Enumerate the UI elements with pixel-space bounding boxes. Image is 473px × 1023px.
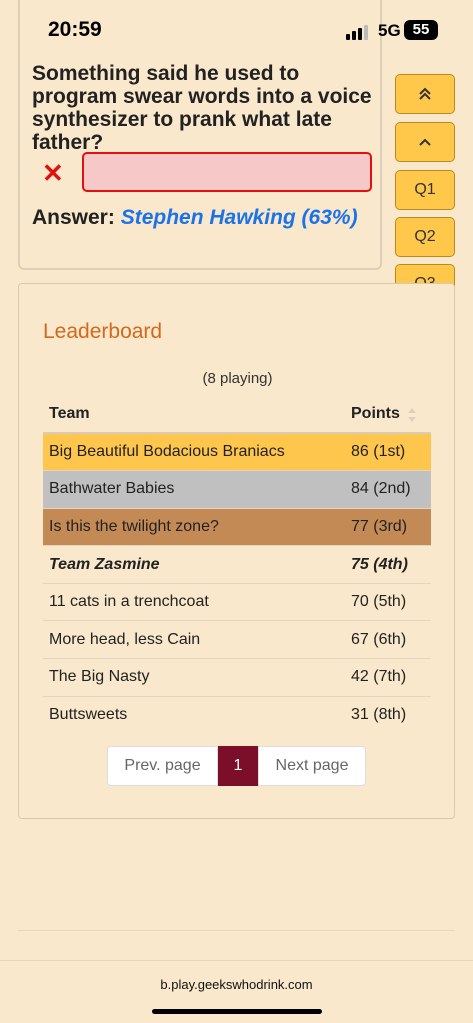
jump-to-top-button[interactable] [395,74,455,114]
current-page-button[interactable]: 1 [218,746,258,786]
leaderboard-title: Leaderboard [43,320,163,343]
team-points: 70 (5th) [345,582,431,621]
team-name: More head, less Cain [43,620,345,659]
question-1-button[interactable]: Q1 [395,170,455,210]
team-points: 31 (8th) [345,695,431,734]
team-name: The Big Nasty [43,658,345,697]
signal-icon [346,24,370,40]
double-chevron-up-icon [419,87,431,100]
answer-input[interactable] [82,152,372,192]
players-count: (8 playing) [202,370,273,387]
team-name: Is this the twilight zone? [43,507,345,546]
table-header-row: Team Points [43,395,431,433]
team-name: Big Beautiful Bodacious Braniacs [43,432,345,471]
status-time: 20:59 [48,18,102,41]
table-row: Big Beautiful Bodacious Braniacs 86 (1st… [43,432,431,471]
question-text: Something said he used to program swear … [32,62,372,154]
table-row: More head, less Cain 67 (6th) [43,620,431,659]
table-row: Buttsweets 31 (8th) [43,695,431,734]
table-row: Is this the twilight zone? 77 (3rd) [43,507,431,546]
sort-icon [408,408,416,422]
team-points: 42 (7th) [345,658,431,697]
browser-address-bar[interactable]: b.play.geekswhodrink.com [0,960,473,1023]
team-column-header: Team [49,404,90,422]
battery-icon: 55 [404,20,438,40]
network-type: 5G [378,21,401,40]
chevron-up-icon [419,138,431,146]
leaderboard-card: Leaderboard (8 playing) Team Points Big … [18,283,455,819]
battery-level: 55 [412,21,430,38]
home-indicator [152,1009,322,1014]
team-name: Bathwater Babies [43,470,345,509]
status-bar: 20:59 5G 55 [0,0,473,60]
url-text: b.play.geekswhodrink.com [160,977,313,992]
previous-question-button[interactable] [395,122,455,162]
team-points: 84 (2nd) [345,470,431,509]
team-points: 86 (1st) [345,432,431,471]
pagination: Prev. page 1 Next page [107,746,366,786]
points-column-label: Points [351,404,400,422]
wrong-answer-icon: ✕ [42,158,64,188]
divider [18,930,455,931]
table-row: 11 cats in a trenchcoat 70 (5th) [43,582,431,621]
team-name: Buttsweets [43,695,345,734]
points-column-header[interactable]: Points [345,395,431,433]
question-2-button[interactable]: Q2 [395,217,455,257]
table-row: The Big Nasty 42 (7th) [43,658,431,697]
answer-value: Stephen Hawking (63%) [120,206,358,229]
team-points: 67 (6th) [345,620,431,659]
leaderboard-table: Team Points Big Beautiful Bodacious Bran… [43,395,431,734]
team-name: 11 cats in a trenchcoat [43,582,345,621]
answer-row: Answer: Stephen Hawking (63%) [32,206,358,230]
prev-page-button[interactable]: Prev. page [107,746,218,786]
team-name: Team Zasmine [43,545,345,584]
team-points: 75 (4th) [345,545,431,584]
table-row-own-team: Team Zasmine 75 (4th) [43,545,431,584]
answer-label: Answer: [32,206,115,229]
next-page-button[interactable]: Next page [258,746,366,786]
screen: Something said he used to program swear … [0,0,473,1023]
team-points: 77 (3rd) [345,507,431,546]
table-row: Bathwater Babies 84 (2nd) [43,470,431,509]
